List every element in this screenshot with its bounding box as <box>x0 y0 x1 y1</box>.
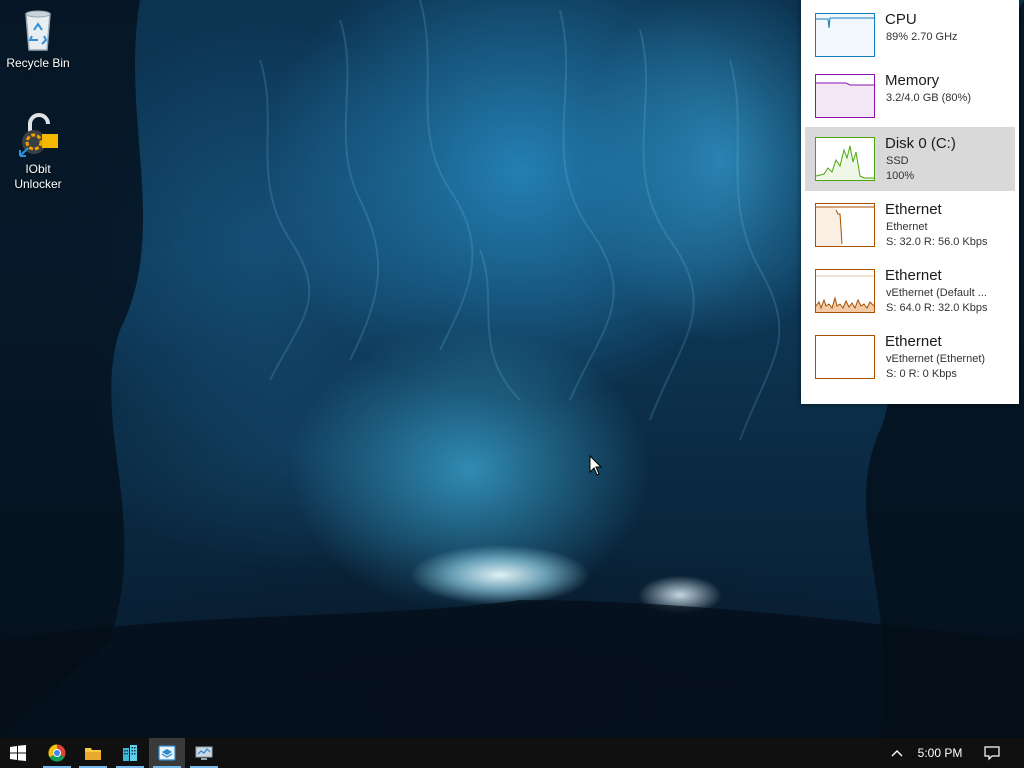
perf-item-title: Disk 0 (C:) <box>885 135 956 152</box>
taskbar: 5:00 PM <box>0 738 1024 768</box>
folder-icon <box>85 748 101 760</box>
ethernet-graph-thumbnail <box>815 335 875 379</box>
perf-item-memory[interactable]: Memory 3.2/4.0 GB (80%) <box>805 64 1015 128</box>
perf-item-detail: vEthernet (Ethernet) <box>886 353 986 365</box>
taskbar-app-monitor[interactable] <box>186 738 222 768</box>
mouse-pointer-icon <box>589 454 603 482</box>
taskbar-app-buildings[interactable] <box>112 738 148 768</box>
buildings-icon <box>123 745 137 761</box>
taskbar-app-file-explorer[interactable] <box>75 738 111 768</box>
perf-item-detail: 89% 2.70 GHz <box>886 31 958 43</box>
perf-item-ethernet-vdefault[interactable]: Ethernet vEthernet (Default ... S: 64.0 … <box>805 259 1015 323</box>
action-center-button[interactable] <box>974 738 1010 768</box>
recycle-bin-icon <box>14 6 62 54</box>
desktop-icon-recycle-bin[interactable]: Recycle Bin <box>0 6 76 71</box>
disk-graph-thumbnail <box>815 137 875 181</box>
taskbar-clock[interactable]: 5:00 PM <box>912 738 968 768</box>
perf-item-title: CPU <box>885 11 917 28</box>
perf-item-cpu[interactable]: CPU 89% 2.70 GHz <box>805 3 1015 67</box>
ethernet-graph-thumbnail <box>815 269 875 313</box>
perf-item-ethernet[interactable]: Ethernet Ethernet S: 32.0 R: 56.0 Kbps <box>805 193 1015 257</box>
perf-item-title: Memory <box>885 72 940 89</box>
perf-item-throughput: S: 0 R: 0 Kbps <box>886 368 957 380</box>
show-hidden-icons-button[interactable] <box>880 738 914 768</box>
perf-item-detail: SSD <box>886 155 909 167</box>
iobit-unlocker-icon <box>14 112 62 160</box>
start-button[interactable] <box>0 738 36 768</box>
memory-graph-thumbnail <box>815 74 875 118</box>
perf-item-ethernet-vethernet[interactable]: Ethernet vEthernet (Ethernet) S: 0 R: 0 … <box>805 325 1015 389</box>
desktop-icon-label: Recycle Bin <box>6 56 70 70</box>
taskbar-app-chrome[interactable] <box>39 738 75 768</box>
perf-item-title: Ethernet <box>885 333 942 350</box>
ethernet-graph-thumbnail <box>815 203 875 247</box>
desktop-icon-iobit-unlocker[interactable]: IObit Unlocker <box>0 112 76 192</box>
cpu-graph-thumbnail <box>815 13 875 57</box>
perf-item-detail: Ethernet <box>886 221 928 233</box>
perf-item-throughput: S: 32.0 R: 56.0 Kbps <box>886 236 988 248</box>
perf-item-throughput: S: 64.0 R: 32.0 Kbps <box>886 302 988 314</box>
perf-item-disk[interactable]: Disk 0 (C:) SSD 100% <box>805 127 1015 191</box>
perf-item-title: Ethernet <box>885 267 942 284</box>
perf-item-detail: vEthernet (Default ... <box>886 287 987 299</box>
app-box-icon <box>158 745 176 761</box>
perf-item-usage: 100% <box>886 170 915 182</box>
notification-icon <box>984 746 1000 761</box>
taskbar-app-box[interactable] <box>149 738 185 768</box>
monitor-app-icon <box>195 746 213 760</box>
perf-item-detail: 3.2/4.0 GB (80%) <box>886 92 971 104</box>
windows-logo-icon <box>10 745 26 761</box>
performance-summary-panel: CPU 89% 2.70 GHz Memory 3.2/4.0 GB (80%)… <box>801 0 1019 404</box>
chevron-up-icon <box>891 750 903 757</box>
desktop-icon-label: IObit Unlocker <box>14 162 62 191</box>
chrome-icon <box>48 744 66 762</box>
perf-item-title: Ethernet <box>885 201 942 218</box>
